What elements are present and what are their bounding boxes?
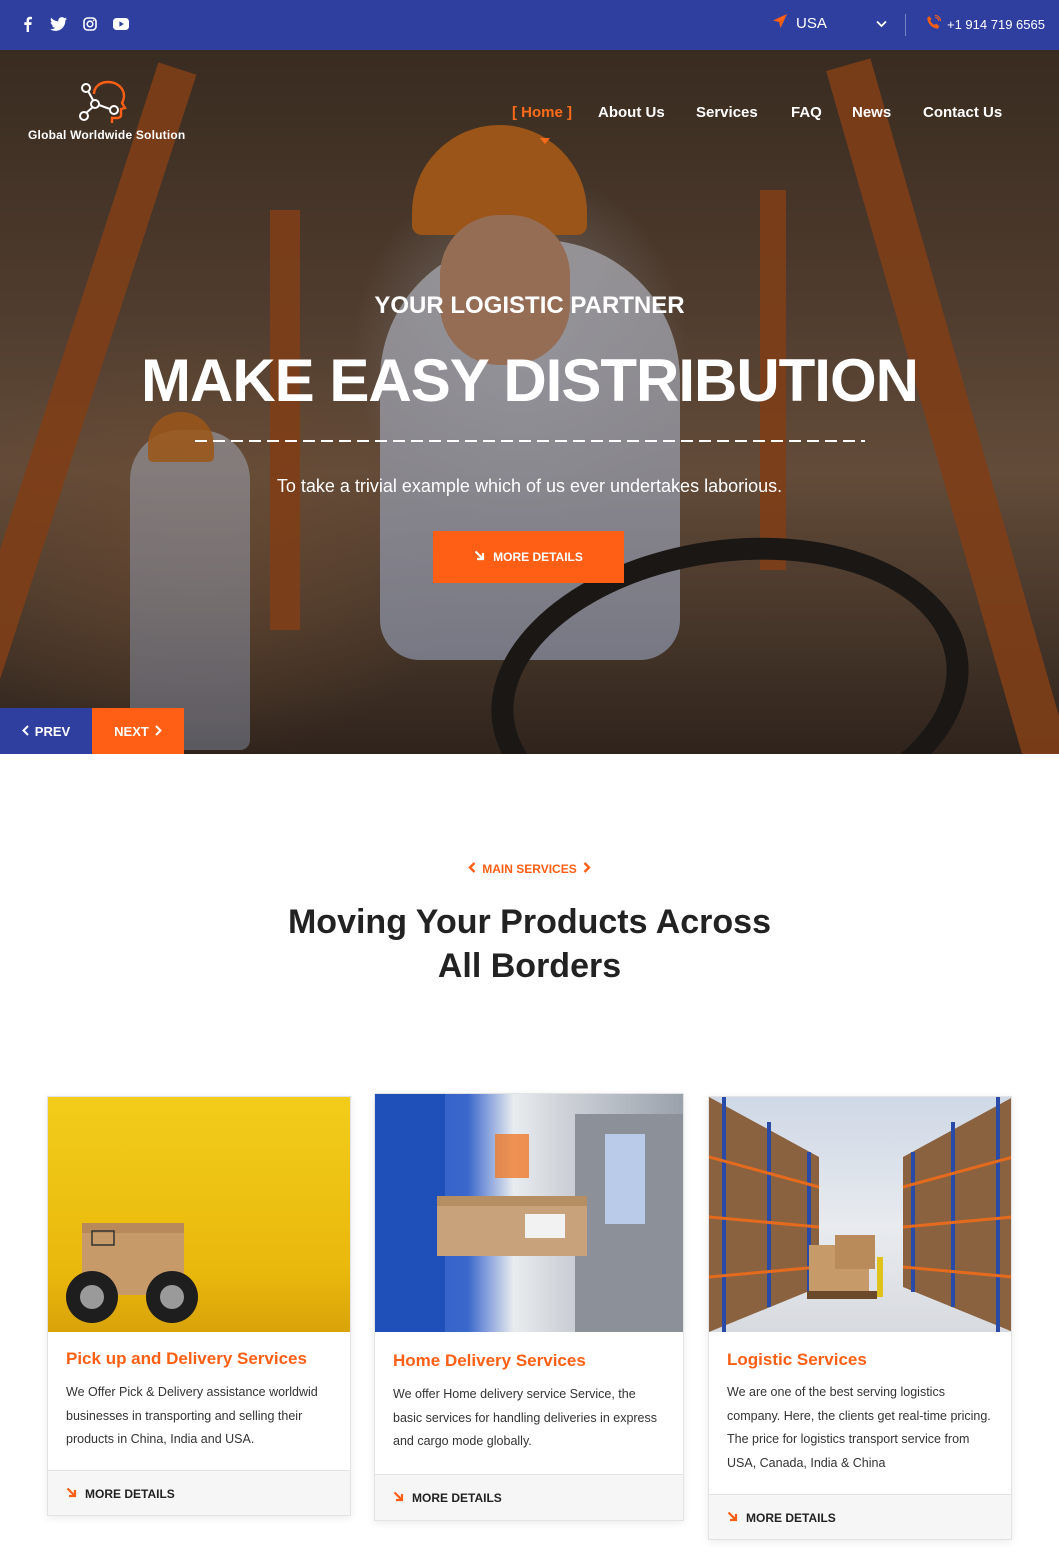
service-card-text: We offer Home delivery service Service, … xyxy=(393,1387,658,1448)
nav-services[interactable]: Services xyxy=(696,104,758,121)
hero-kicker: YOUR LOGISTIC PARTNER xyxy=(374,292,685,319)
hero-subtitle: To take a trivial example which of us ev… xyxy=(276,476,783,496)
nav-contact-us[interactable]: Contact Us xyxy=(923,104,1002,121)
active-nav-indicator xyxy=(540,138,550,144)
services-kicker-label: MAIN SERVICES xyxy=(482,862,577,876)
service-card-title: Logistic Services xyxy=(727,1350,867,1369)
facebook-icon[interactable] xyxy=(18,14,37,33)
nav-news[interactable]: News xyxy=(852,104,891,121)
service-card-image xyxy=(375,1094,683,1332)
phone-contact[interactable]: +1 914 719 6565 xyxy=(920,14,1045,33)
service-card-more-button[interactable]: MORE DETAILS xyxy=(375,1474,683,1520)
service-card-image xyxy=(48,1097,350,1332)
slider-next-button[interactable]: NEXT xyxy=(92,708,184,754)
social-links xyxy=(18,14,130,33)
service-card: Pick up and Delivery Services We Offer P… xyxy=(47,1096,351,1516)
arrow-down-right-icon xyxy=(474,550,485,564)
nav-home[interactable]: [ Home ] xyxy=(512,104,572,121)
chevron-right-icon xyxy=(155,724,162,739)
service-card: Home Delivery Services We offer Home del… xyxy=(374,1093,684,1521)
chevron-down-icon xyxy=(876,15,887,33)
service-card-text: We are one of the best serving logistics… xyxy=(727,1385,991,1470)
arrow-down-right-icon xyxy=(66,1487,77,1501)
service-card-more-label: MORE DETAILS xyxy=(412,1490,502,1505)
country-selector[interactable]: USA xyxy=(772,13,887,34)
services-title-line2: All Borders xyxy=(437,947,622,985)
hero-button-label: MORE DETAILS xyxy=(493,550,583,564)
site-logo[interactable]: Global Worldwide Solution xyxy=(28,80,188,150)
service-card-title: Home Delivery Services xyxy=(393,1351,586,1370)
hero-divider xyxy=(195,440,865,442)
hero-title: MAKE EASY DISTRIBUTION xyxy=(141,347,919,414)
phone-number: +1 914 719 6565 xyxy=(947,16,1045,32)
hero-more-details-button[interactable]: MORE DETAILS xyxy=(433,531,624,583)
service-card-more-button[interactable]: MORE DETAILS xyxy=(48,1470,350,1515)
service-card-more-label: MORE DETAILS xyxy=(746,1510,836,1525)
arrow-down-right-icon xyxy=(393,1491,404,1505)
top-bar: USA +1 914 719 6565 xyxy=(0,0,1059,50)
services-kicker: MAIN SERVICES xyxy=(0,862,1059,876)
service-card-text: We Offer Pick & Delivery assistance worl… xyxy=(66,1385,318,1446)
chevron-left-icon xyxy=(21,724,29,739)
location-arrow-icon xyxy=(772,13,788,34)
arrow-down-right-icon xyxy=(727,1511,738,1525)
chevron-left-icon xyxy=(468,862,476,876)
instagram-icon[interactable] xyxy=(80,14,99,33)
nav-faq[interactable]: FAQ xyxy=(791,104,822,121)
logo-mark-icon xyxy=(79,80,127,123)
service-card-image xyxy=(709,1097,1011,1332)
nav-about-us[interactable]: About Us xyxy=(598,104,665,121)
service-card-more-button[interactable]: MORE DETAILS xyxy=(709,1494,1011,1539)
prev-label: PREV xyxy=(34,723,71,739)
phone-icon xyxy=(926,14,942,33)
services-title: Moving Your Products Across All Borders xyxy=(0,900,1059,988)
topbar-divider xyxy=(905,14,906,36)
next-label: NEXT xyxy=(114,723,149,739)
twitter-icon[interactable] xyxy=(49,14,68,33)
youtube-icon[interactable] xyxy=(111,14,130,33)
service-card: Logistic Services We are one of the best… xyxy=(708,1096,1012,1540)
service-card-more-label: MORE DETAILS xyxy=(85,1486,175,1501)
chevron-right-icon xyxy=(583,862,591,876)
country-label: USA xyxy=(796,15,827,32)
logo-text: Global Worldwide Solution xyxy=(28,128,186,142)
services-title-line1: Moving Your Products Across xyxy=(287,903,771,941)
service-card-title: Pick up and Delivery Services xyxy=(66,1349,307,1368)
slider-prev-button[interactable]: PREV xyxy=(0,708,92,754)
